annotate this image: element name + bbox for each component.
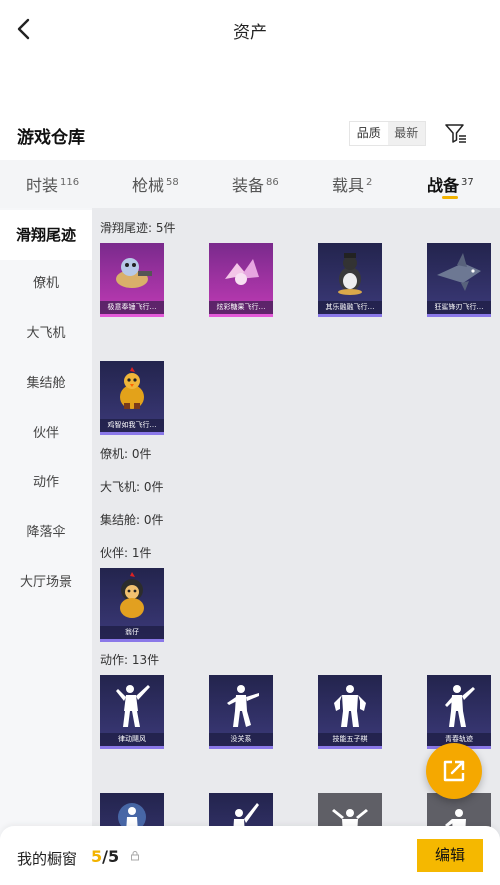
sidebar-item-pod[interactable]: 集结舱 [0,359,92,409]
sidebar-item-emote[interactable]: 动作 [0,458,92,508]
rarity-bar [100,314,164,317]
sort-quality-button[interactable]: 品质 [350,122,388,145]
rarity-bar [318,746,382,749]
tab-equipment[interactable]: 装备 86 [232,172,279,196]
item-card[interactable]: 炫彩糖果飞行… [209,243,273,317]
tab-guns[interactable]: 枪械 58 [132,172,179,196]
item-name: 炫彩糖果飞行… [209,301,273,314]
item-card[interactable]: 技能五子棋 [318,675,382,749]
item-name: 翁仔 [100,626,164,639]
item-card[interactable]: 律动飓风 [100,675,164,749]
item-image [100,568,164,626]
tab-vehicles[interactable]: 载具 2 [332,172,372,196]
tab-label: 载具 [332,176,365,195]
item-image [100,243,164,301]
edit-button[interactable]: 编辑 [417,839,483,872]
item-image [100,361,164,419]
rarity-bar [209,314,273,317]
warehouse-title: 游戏仓库 [17,128,85,148]
rarity-bar [209,746,273,749]
lock-icon [130,851,140,864]
showcase-current: 5 [91,847,103,866]
showcase-count: 5/5 [91,847,119,866]
page-title: 资产 [233,23,267,43]
sidebar-item-lobby-scene[interactable]: 大厅场景 [0,558,92,608]
section-label-emote: 动作: 13件 [100,653,160,667]
item-card[interactable]: 没关系 [209,675,273,749]
section-label-wingman: 僚机: 0件 [100,447,152,461]
showcase-label: 我的橱窗 [17,850,78,868]
item-image [427,675,491,733]
item-name: 律动飓风 [100,733,164,746]
item-image [209,243,273,301]
tab-label: 装备 [232,176,265,195]
item-name: 鸡智如我飞行… [100,419,164,432]
sort-newest-button[interactable]: 最新 [387,122,425,145]
item-name: 极意奉锤飞行… [100,301,164,314]
active-tab-indicator [442,196,458,199]
item-card[interactable]: 青春轨迹 [427,675,491,749]
item-image [318,243,382,301]
category-tabs: 时装 116 枪械 58 装备 86 载具 2 战备 37 [0,160,500,208]
sort-toggle: 品质 最新 [349,121,426,146]
item-card[interactable]: 鸡智如我飞行… [100,361,164,435]
share-button[interactable] [426,743,482,799]
sidebar-item-parachute[interactable]: 降落伞 [0,508,92,558]
rarity-bar [427,314,491,317]
sidebar-item-trail[interactable]: 滑翔尾迹 [0,210,92,260]
share-icon [443,760,465,782]
rarity-bar [100,746,164,749]
rarity-bar [100,639,164,642]
sidebar: 滑翔尾迹 僚机 大飞机 集结舱 伙伴 动作 降落伞 大厅场景 [0,208,92,885]
asset-page: 资产 游戏仓库 品质 最新 时装 116 枪械 58 装备 86 载具 2 战备 37 滑… [0,0,500,885]
item-image [100,675,164,733]
item-name: 技能五子棋 [318,733,382,746]
item-image [209,675,273,733]
tab-count: 86 [266,177,279,188]
rarity-bar [318,314,382,317]
tab-count: 116 [60,177,80,188]
tab-count: 37 [461,177,474,188]
item-image [427,243,491,301]
tab-battle-gear[interactable]: 战备 37 [427,172,474,196]
tab-fashion[interactable]: 时装 116 [26,172,79,196]
item-name: 没关系 [209,733,273,746]
section-label-pod: 集结舱: 0件 [100,513,164,527]
tab-label: 时装 [26,176,59,195]
tab-label: 枪械 [132,176,165,195]
section-label-plane: 大飞机: 0件 [100,480,164,494]
sidebar-item-plane[interactable]: 大飞机 [0,309,92,359]
tab-count: 2 [366,177,373,188]
sidebar-item-wingman[interactable]: 僚机 [0,259,92,309]
tab-count: 58 [166,177,179,188]
filter-button[interactable] [444,121,468,145]
section-label-partner: 伙伴: 1件 [100,546,152,560]
rarity-bar [100,432,164,435]
item-card[interactable]: 翁仔 [100,568,164,642]
top-bar: 资产 [0,0,500,58]
item-card[interactable]: 极意奉锤飞行… [100,243,164,317]
item-card[interactable]: 狂鲨锋刃飞行… [427,243,491,317]
item-image [318,675,382,733]
item-card[interactable]: 其乐融融飞行… [318,243,382,317]
sidebar-item-partner[interactable]: 伙伴 [0,409,92,459]
showcase-total: /5 [102,847,120,866]
section-label-trail: 滑翔尾迹: 5件 [100,221,176,235]
showcase-bar: 我的橱窗 5/5 编辑 [0,826,500,885]
filter-icon [445,124,466,143]
tab-label: 战备 [427,176,460,195]
item-name: 其乐融融飞行… [318,301,382,314]
item-name: 狂鲨锋刃飞行… [427,301,491,314]
